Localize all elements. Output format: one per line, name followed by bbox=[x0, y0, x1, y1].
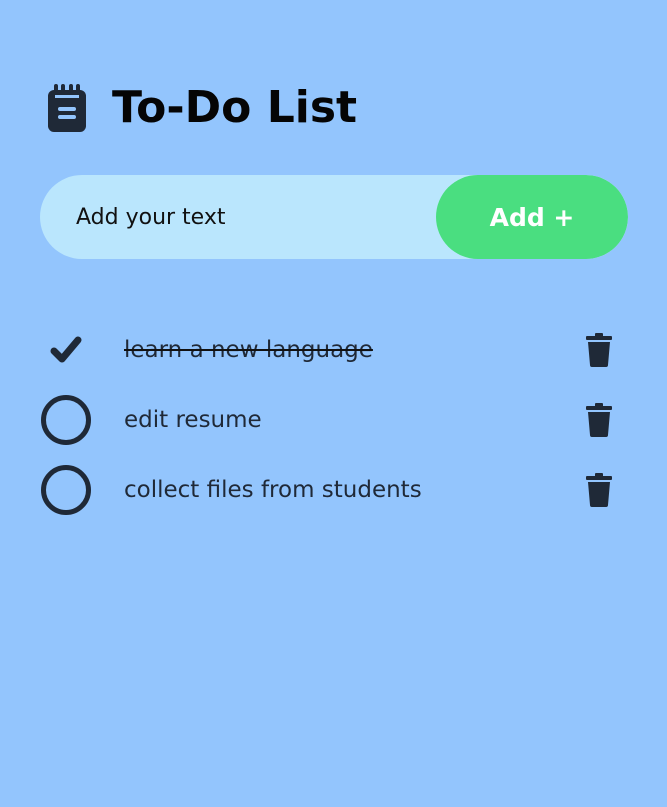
delete-button[interactable] bbox=[586, 403, 612, 437]
empty-circle-icon bbox=[41, 395, 91, 445]
page-title: To-Do List bbox=[112, 82, 358, 133]
todo-text: learn a new language bbox=[124, 337, 373, 363]
header: To-Do List bbox=[40, 80, 628, 136]
checkmark-icon bbox=[50, 336, 82, 363]
todo-item: collect files from students bbox=[40, 455, 628, 525]
todo-list: learn a new language edit resume collect… bbox=[40, 315, 628, 525]
notepad-icon bbox=[48, 84, 86, 132]
trash-icon bbox=[586, 473, 612, 507]
todo-input[interactable] bbox=[40, 175, 436, 259]
todo-check-toggle[interactable] bbox=[40, 464, 92, 516]
todo-app: To-Do List Add + learn a new language bbox=[40, 80, 628, 515]
add-todo-row: Add + bbox=[40, 175, 628, 259]
todo-check-toggle[interactable] bbox=[40, 394, 92, 446]
todo-item: learn a new language bbox=[40, 315, 628, 385]
empty-circle-icon bbox=[41, 465, 91, 515]
todo-check-toggle[interactable] bbox=[40, 324, 92, 376]
todo-text: edit resume bbox=[124, 407, 262, 433]
todo-text: collect files from students bbox=[124, 477, 422, 503]
trash-icon bbox=[586, 333, 612, 367]
todo-item: edit resume bbox=[40, 385, 628, 455]
delete-button[interactable] bbox=[586, 473, 612, 507]
add-button[interactable]: Add + bbox=[436, 175, 628, 259]
delete-button[interactable] bbox=[586, 333, 612, 367]
trash-icon bbox=[586, 403, 612, 437]
